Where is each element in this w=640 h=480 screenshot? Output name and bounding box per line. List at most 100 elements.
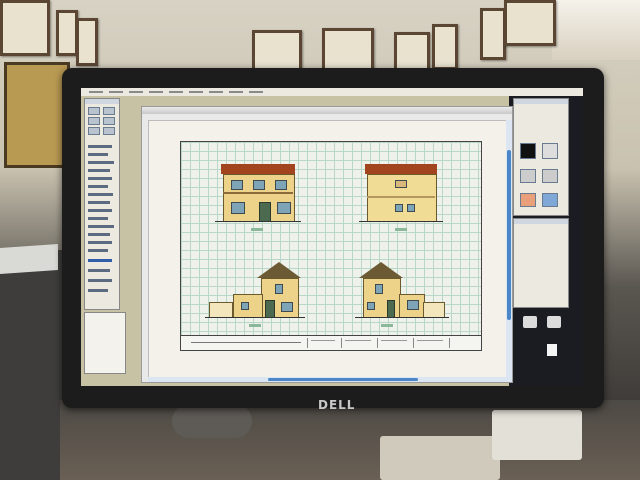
palette-swatch[interactable] xyxy=(542,143,558,159)
palette-swatch[interactable] xyxy=(520,193,536,207)
palette-row[interactable] xyxy=(88,217,108,220)
vertical-scrollbar[interactable] xyxy=(506,120,512,382)
elevation-door xyxy=(265,300,275,318)
elevation-window xyxy=(407,204,415,212)
wall-frame xyxy=(432,24,458,70)
title-block-cell xyxy=(449,338,450,348)
palette-row[interactable] xyxy=(88,153,108,156)
menu-item[interactable] xyxy=(167,88,185,96)
palette-row[interactable] xyxy=(88,169,110,172)
palette-row[interactable] xyxy=(88,145,112,148)
menu-item[interactable] xyxy=(227,88,245,96)
wall-frame xyxy=(322,28,374,72)
drawing-title-block xyxy=(181,335,481,350)
vertical-ruler xyxy=(142,120,149,382)
window-titlebar[interactable] xyxy=(142,107,512,114)
cork-board xyxy=(4,62,70,168)
scroll-thumb[interactable] xyxy=(507,150,511,320)
palette-swatch[interactable] xyxy=(542,169,558,183)
monitor-brand-logo: DELL xyxy=(318,398,356,412)
wall-frame xyxy=(56,10,78,56)
tool-palette-icon[interactable] xyxy=(88,127,100,135)
drive-icon[interactable] xyxy=(547,316,561,328)
file-cabinet xyxy=(0,250,62,480)
palette-titlebar[interactable] xyxy=(514,219,568,224)
ground-line xyxy=(215,221,301,222)
tool-palette-icon[interactable] xyxy=(103,117,115,125)
palette-row[interactable] xyxy=(88,193,113,196)
menu-item[interactable] xyxy=(207,88,225,96)
paper-stack xyxy=(0,243,58,275)
elevation-label xyxy=(381,324,393,327)
palette-row[interactable] xyxy=(88,161,114,164)
elevation-facade xyxy=(209,302,233,318)
wall-frame xyxy=(0,0,50,56)
drawing-sheet[interactable] xyxy=(180,141,482,351)
palette-row[interactable] xyxy=(88,249,108,252)
balcony-rail xyxy=(223,192,293,194)
palette-row[interactable] xyxy=(88,269,110,272)
elevation-roof xyxy=(359,262,403,278)
palette-row[interactable] xyxy=(88,241,112,244)
elevation-window xyxy=(277,202,291,214)
elevation-label xyxy=(249,324,261,327)
title-block-line xyxy=(381,340,407,341)
elevation-label xyxy=(251,228,263,231)
ground-line xyxy=(205,317,305,318)
palette-row[interactable] xyxy=(88,201,110,204)
elevation-door xyxy=(387,300,395,318)
horizontal-scrollbar[interactable] xyxy=(148,377,506,382)
title-block-line xyxy=(345,340,371,341)
tool-palette-icon[interactable] xyxy=(103,107,115,115)
palette-row[interactable] xyxy=(88,209,112,212)
elevation-window xyxy=(253,180,265,190)
palette-row[interactable] xyxy=(88,177,112,180)
tool-palette xyxy=(84,98,120,310)
ground-line xyxy=(359,221,443,222)
drive-icon[interactable] xyxy=(523,316,537,328)
elevation-facade xyxy=(423,302,445,318)
wall-frame xyxy=(480,8,506,60)
wall-frame xyxy=(394,32,430,72)
drive-icon[interactable] xyxy=(547,344,557,356)
elevation-label xyxy=(395,228,407,231)
palette-row[interactable] xyxy=(88,233,110,236)
secondary-palette xyxy=(84,312,126,374)
menu-item[interactable] xyxy=(87,88,105,96)
menu-item[interactable] xyxy=(187,88,205,96)
floor-band xyxy=(367,196,435,198)
palette-titlebar[interactable] xyxy=(514,99,568,104)
palette-swatch[interactable] xyxy=(520,143,536,159)
tool-palette-icon[interactable] xyxy=(88,107,100,115)
elevation-roof xyxy=(365,164,437,174)
elevation-roof xyxy=(221,164,295,174)
palette-swatch[interactable] xyxy=(520,169,536,183)
menu-item[interactable] xyxy=(247,88,265,96)
menu-item[interactable] xyxy=(147,88,165,96)
menu-item[interactable] xyxy=(107,88,125,96)
palette-row[interactable] xyxy=(88,259,112,262)
desk-object xyxy=(380,436,500,480)
palette-row[interactable] xyxy=(88,185,108,188)
wall-frame xyxy=(252,30,302,72)
elevation-window xyxy=(281,302,293,312)
palette-row[interactable] xyxy=(88,279,112,282)
tool-palette-icon[interactable] xyxy=(88,117,100,125)
palette-row[interactable] xyxy=(88,225,114,228)
elevation-door xyxy=(259,202,271,222)
palette-swatch[interactable] xyxy=(542,193,558,207)
title-block-line xyxy=(417,340,443,341)
menu-item[interactable] xyxy=(127,88,145,96)
title-block-cell xyxy=(413,338,414,348)
elevation-window xyxy=(275,180,287,190)
palette-titlebar[interactable] xyxy=(85,99,119,104)
title-block-line xyxy=(311,340,335,341)
title-block-line xyxy=(191,342,301,343)
wall-frame xyxy=(76,18,98,66)
desk-object xyxy=(172,404,252,438)
monitor-screen xyxy=(81,88,583,386)
scroll-thumb[interactable] xyxy=(268,378,418,381)
elevation-window xyxy=(407,300,419,310)
tool-palette-icon[interactable] xyxy=(103,127,115,135)
palette-row[interactable] xyxy=(88,289,108,292)
